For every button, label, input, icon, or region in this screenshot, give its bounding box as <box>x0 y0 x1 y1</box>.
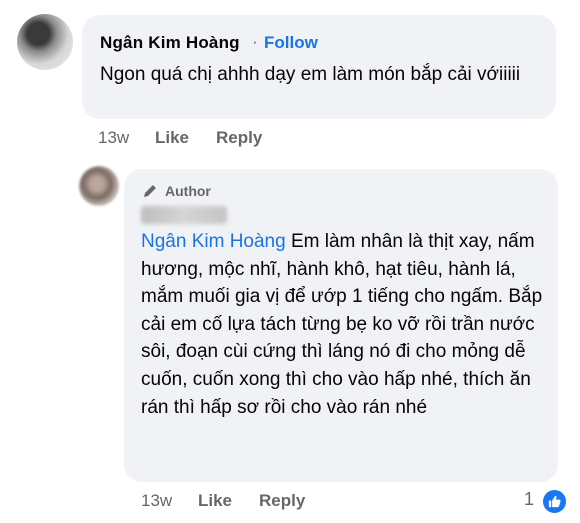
comment-reply-button[interactable]: Reply <box>216 128 262 148</box>
author-avatar[interactable] <box>79 166 119 206</box>
follow-button[interactable]: Follow <box>264 33 318 53</box>
blurred-author-name <box>141 206 227 224</box>
separator-dot: · <box>252 32 258 51</box>
reply-reply-button[interactable]: Reply <box>259 491 305 511</box>
comment-text: Ngon quá chị ahhh dạy em làm món bắp cải… <box>100 64 521 85</box>
comment-like-button[interactable]: Like <box>155 128 189 148</box>
reply-timestamp[interactable]: 13w <box>141 491 172 511</box>
comment-timestamp[interactable]: 13w <box>98 128 129 148</box>
comment-bubble: Ngân Kim Hoàng · Follow Ngon quá chị ahh… <box>82 15 556 119</box>
commenter-avatar[interactable] <box>17 14 73 70</box>
comment-author-name[interactable]: Ngân Kim Hoàng <box>100 33 240 53</box>
thumbs-up-icon <box>548 495 561 508</box>
mention-link[interactable]: Ngân Kim Hoàng <box>141 231 286 252</box>
author-badge-label: Author <box>165 183 211 199</box>
pencil-icon <box>144 184 157 197</box>
reaction-count[interactable]: 1 <box>524 489 534 510</box>
reply-like-button[interactable]: Like <box>198 491 232 511</box>
reply-body: Em làm nhân là thịt xay, nấm hương, mộc … <box>141 231 543 418</box>
reply-bubble: Author Ngân Kim Hoàng Em làm nhân là thị… <box>124 169 558 482</box>
reaction-badge[interactable] <box>541 488 568 515</box>
reply-text: Ngân Kim Hoàng Em làm nhân là thịt xay, … <box>141 228 543 421</box>
